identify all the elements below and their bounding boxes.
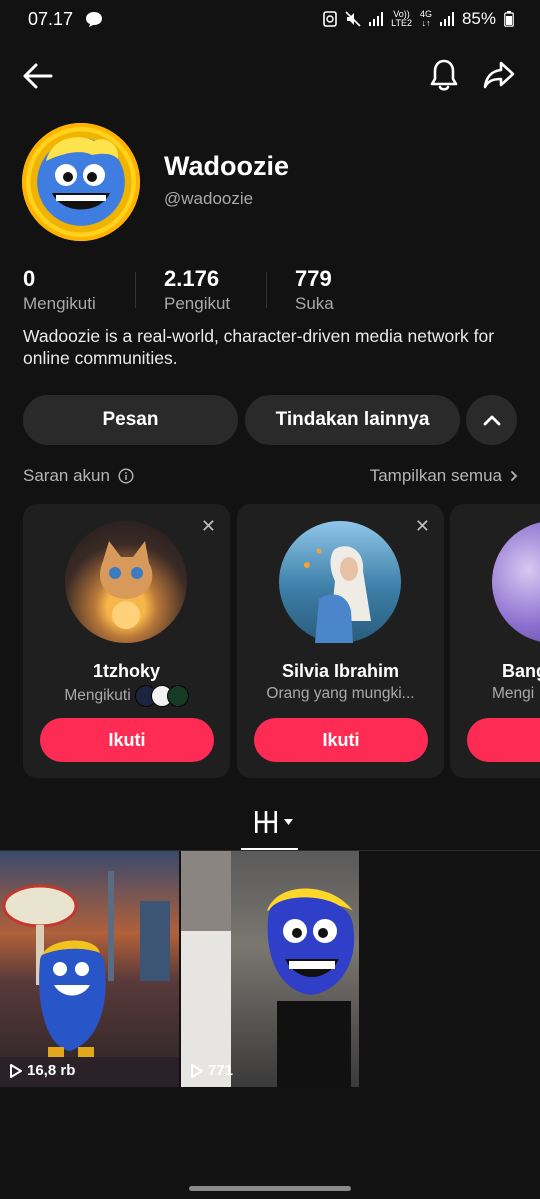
suggestion-avatar[interactable] — [492, 521, 540, 643]
see-all-link[interactable]: Tampilkan semua — [370, 466, 518, 486]
mute-icon — [345, 11, 361, 27]
stat-label: Mengikuti — [23, 294, 96, 313]
tab-videos[interactable] — [241, 806, 298, 850]
stat-divider — [266, 272, 267, 308]
stat-following[interactable]: 0 Mengikuti — [23, 266, 96, 314]
info-icon[interactable] — [118, 468, 134, 484]
office-mascot-illustration — [181, 851, 355, 1087]
back-arrow-icon — [23, 63, 53, 89]
chevron-right-icon — [511, 471, 518, 481]
message-button[interactable]: Pesan — [23, 395, 238, 445]
las-vegas-mascot-illustration — [0, 871, 179, 1087]
video-thumbnail[interactable]: 16,8 rb — [0, 851, 179, 1087]
follow-button[interactable]: Ikuti — [40, 718, 214, 762]
share-button[interactable] — [480, 56, 518, 94]
play-icon — [191, 1063, 203, 1078]
profile-bio: Wadoozie is a real-world, character-driv… — [23, 326, 495, 368]
suggestion-subtitle: Mengi — [492, 685, 535, 702]
view-count: 16,8 rb — [9, 1062, 75, 1079]
play-icon — [10, 1063, 22, 1078]
suggestions-header: Saran akun — [23, 466, 134, 486]
more-actions-label: Tindakan lainnya — [275, 409, 430, 430]
message-button-label: Pesan — [102, 409, 159, 430]
stat-followers[interactable]: 2.176 Pengikut — [164, 266, 230, 314]
suggestion-card[interactable]: Bang Mengi — [450, 504, 540, 778]
mascot-illustration — [46, 137, 119, 210]
profile-avatar[interactable] — [22, 123, 140, 241]
suggestion-name: Bang — [502, 661, 540, 681]
stat-label: Pengikut — [164, 294, 231, 313]
view-count: 771 — [190, 1062, 233, 1079]
see-all-label: Tampilkan semua — [369, 466, 502, 485]
status-right: Vo)) LTE2 4G ↓↑ 85% — [323, 9, 514, 29]
suggestion-name: 1tzhoky — [92, 661, 161, 681]
follow-button[interactable] — [467, 718, 540, 762]
suggestion-subtitle: Mengikuti — [23, 685, 230, 707]
status-time: 07.17 — [28, 9, 74, 29]
suggestion-card[interactable]: ✕ 1tzhoky Mengikuti Ikuti — [23, 504, 230, 778]
notification-button[interactable] — [426, 56, 462, 94]
username: @wadoozie — [164, 189, 254, 208]
suggestion-subtitle: Orang yang mungki... — [266, 685, 415, 702]
volte-indicator: Vo)) LTE2 — [391, 9, 412, 28]
more-actions-button[interactable]: Tindakan lainnya — [245, 395, 460, 445]
back-button[interactable] — [20, 58, 56, 94]
follow-button[interactable]: Ikuti — [254, 718, 428, 762]
display-name: Wadoozie — [164, 151, 289, 181]
video-thumbnail[interactable]: 771 — [181, 851, 359, 1087]
stat-divider — [135, 272, 136, 308]
stat-label: Suka — [295, 294, 334, 313]
suggestions-title: Saran akun — [23, 466, 110, 485]
battery-icon — [504, 11, 514, 27]
chevron-up-icon — [483, 415, 500, 426]
close-icon[interactable]: ✕ — [415, 516, 430, 537]
status-bar: 07.17 Vo)) LTE2 4G ↓↑ 85% — [0, 0, 540, 38]
recycle-icon — [323, 11, 337, 27]
network-type: 4G ↓↑ — [419, 9, 432, 28]
home-indicator[interactable] — [189, 1186, 351, 1191]
message-notification-icon — [85, 10, 103, 33]
signal-icon — [369, 12, 384, 26]
grid-icon — [255, 811, 277, 833]
suggestion-avatar[interactable] — [65, 521, 187, 643]
suggestion-name: Silvia Ibrahim — [281, 661, 400, 681]
close-icon[interactable]: ✕ — [201, 516, 216, 537]
stat-value: 0 — [23, 266, 36, 291]
mutual-avatars — [134, 685, 189, 707]
suggestion-avatar[interactable] — [279, 521, 401, 643]
kitten-illustration — [100, 541, 153, 629]
collapse-suggestions-button[interactable] — [466, 395, 517, 445]
battery-percent: 85% — [461, 9, 496, 28]
signal-icon-2 — [439, 12, 454, 26]
dropdown-caret-icon — [284, 819, 293, 825]
share-icon — [483, 61, 515, 89]
stat-likes[interactable]: 779 Suka — [295, 266, 334, 314]
stat-value: 2.176 — [164, 266, 220, 291]
woman-portrait-illustration — [304, 546, 371, 643]
suggestion-card[interactable]: ✕ Silvia Ibrahim Orang yang mungki... Ik… — [237, 504, 444, 778]
stat-value: 779 — [295, 266, 332, 291]
bell-icon — [430, 59, 458, 91]
